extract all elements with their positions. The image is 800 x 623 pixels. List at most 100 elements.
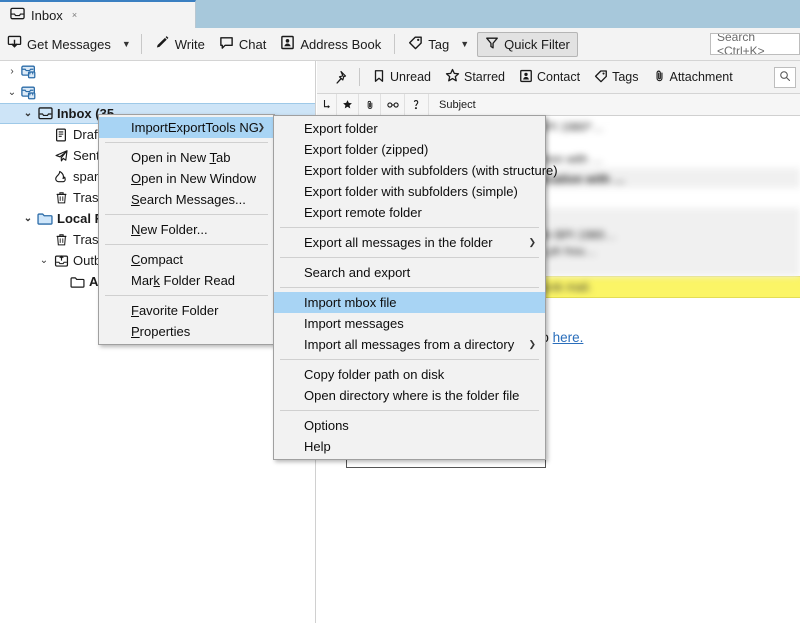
outbox-icon [52, 254, 70, 268]
qf-contact-button[interactable]: Contact [512, 66, 587, 89]
menu-item-properties[interactable]: Properties [99, 321, 274, 342]
menu-item-label: Export folder (zipped) [304, 142, 428, 157]
menu-item-mark-folder-read[interactable]: Mark Folder Read [99, 270, 274, 291]
close-icon[interactable]: × [72, 10, 77, 20]
column-junk[interactable] [405, 94, 429, 116]
menu-item-export-folder-with-subfolders-simple[interactable]: Export folder with subfolders (simple) [274, 181, 545, 202]
message-list-column-headers: Subject [317, 94, 800, 116]
chevron-down-icon[interactable]: ⌄ [20, 213, 36, 224]
menu-item-favorite-folder[interactable]: Favorite Folder [99, 300, 274, 321]
chevron-down-icon-2[interactable]: ▼ [456, 39, 473, 49]
chevron-down-icon[interactable]: ⌄ [4, 87, 20, 98]
qf-attachment-button[interactable]: Attachment [646, 66, 740, 89]
chevron-down-icon[interactable]: ▼ [118, 39, 135, 49]
tag-icon-2 [594, 69, 608, 86]
global-search-placeholder: Search <Ctrl+K> [717, 33, 799, 55]
inbox-icon [10, 6, 25, 24]
column-starred[interactable] [337, 94, 359, 116]
write-button[interactable]: Write [148, 32, 212, 57]
menu-item-label: Export all messages in the folder [304, 235, 493, 250]
toolbar-divider-2 [394, 34, 395, 54]
menu-item-import-mbox-file[interactable]: Import mbox file [274, 292, 545, 313]
menu-item-label: Compact [131, 252, 183, 267]
menu-item-copy-folder-path-on-disk[interactable]: Copy folder path on disk [274, 364, 545, 385]
menu-item-label: Open in New Window [131, 171, 256, 186]
pin-icon[interactable] [325, 67, 354, 88]
menu-item-label: Properties [131, 324, 190, 339]
folder-context-menu: ImportExportTools NG❯ Open in New Tab Open… [98, 114, 275, 345]
chevron-right-icon: ❯ [528, 339, 536, 350]
menu-item-options[interactable]: Options [274, 415, 545, 436]
menu-item-label: Search and export [304, 265, 410, 280]
column-unread[interactable] [381, 94, 405, 116]
menu-item-search-and-export[interactable]: Search and export [274, 262, 545, 283]
chevron-down-icon[interactable]: ⌄ [20, 108, 36, 119]
qf-starred-button[interactable]: Starred [438, 65, 512, 89]
qf-unread-button[interactable]: Unread [365, 66, 438, 89]
column-thread[interactable] [317, 94, 337, 116]
chat-button[interactable]: Chat [212, 32, 273, 57]
menu-item-label: ImportExportTools NG [131, 120, 259, 135]
column-subject[interactable]: Subject [429, 94, 800, 116]
menu-item-label: New Folder... [131, 222, 208, 237]
menu-item-open-directory-where-is-the-folder-file[interactable]: Open directory where is the folder file [274, 385, 545, 406]
menu-item-import-all-messages-from-a-directory[interactable]: Import all messages from a directory❯ [274, 334, 545, 355]
menu-item-open-in-new-tab[interactable]: Open in New Tab [99, 147, 274, 168]
folder-icon [68, 276, 86, 288]
account-mail-icon [20, 65, 38, 79]
address-book-label: Address Book [300, 37, 381, 52]
menu-item-label: Search Messages... [131, 192, 246, 207]
chevron-right-icon: ❯ [528, 237, 536, 248]
column-attachment[interactable] [359, 94, 381, 116]
menu-item-open-in-new-window[interactable]: Open in New Window [99, 168, 274, 189]
view-as-web-page-link[interactable]: here. [553, 330, 584, 345]
menu-item-label: Open directory where is the folder file [304, 388, 519, 403]
qf-tags-label: Tags [612, 70, 638, 84]
chevron-down-icon[interactable]: ⌄ [36, 255, 52, 266]
write-label: Write [175, 37, 205, 52]
menu-item-export-all-messages-in-the-folder[interactable]: Export all messages in the folder ❯ [274, 232, 545, 253]
tab-inbox[interactable]: Inbox × [0, 0, 196, 28]
magnifier-icon [779, 70, 791, 85]
get-messages-button[interactable]: Get Messages [0, 32, 118, 57]
tag-button[interactable]: Tag [401, 32, 456, 57]
thunderbird-window: Inbox × Get Messages ▼ Write Chat [0, 0, 800, 623]
menu-item-export-folder[interactable]: Export folder [274, 118, 545, 139]
menu-item-compact[interactable]: Compact [99, 249, 274, 270]
quick-filter-label: Quick Filter [504, 37, 570, 52]
qf-search-input[interactable] [774, 67, 796, 88]
menu-separator [280, 227, 539, 228]
qf-unread-label: Unread [390, 70, 431, 84]
bookmark-icon [372, 69, 386, 86]
menu-item-label: Favorite Folder [131, 303, 218, 318]
menu-item-export-folder-zipped[interactable]: Export folder (zipped) [274, 139, 545, 160]
folder-row-account[interactable]: › [0, 61, 315, 82]
menu-item-export-folder-with-subfolders-with-structure[interactable]: Export folder with subfolders (with stru… [274, 160, 545, 181]
menu-item-search-messages[interactable]: Search Messages... [99, 189, 274, 210]
menu-item-label: Export folder [304, 121, 378, 136]
chevron-right-icon: ❯ [257, 122, 265, 133]
drafts-icon [52, 128, 70, 142]
folder-row-account[interactable]: ⌄ [0, 82, 315, 103]
get-messages-icon [7, 35, 22, 53]
menu-item-importexporttools-ng[interactable]: ImportExportTools NG❯ [99, 117, 274, 138]
menu-item-label: Copy folder path on disk [304, 367, 444, 382]
menu-item-label: Options [304, 418, 349, 433]
chevron-right-icon[interactable]: › [4, 66, 20, 77]
global-search-input[interactable]: Search <Ctrl+K> [710, 33, 800, 55]
chat-label: Chat [239, 37, 266, 52]
menu-item-export-remote-folder[interactable]: Export remote folder [274, 202, 545, 223]
qf-attachment-label: Attachment [670, 70, 733, 84]
qf-tags-button[interactable]: Tags [587, 66, 645, 89]
address-book-button[interactable]: Address Book [273, 32, 388, 57]
chat-bubble-icon [219, 35, 234, 53]
menu-item-label: Mark Folder Read [131, 273, 235, 288]
menu-item-import-messages[interactable]: Import messages [274, 313, 545, 334]
quick-filter-bar: Unread Starred Contact Tags Attachment [317, 61, 800, 94]
quick-filter-button[interactable]: Quick Filter [477, 32, 578, 57]
menu-item-new-folder[interactable]: New Folder... [99, 219, 274, 240]
menu-separator [105, 295, 268, 296]
menu-item-label: Help [304, 439, 331, 454]
pencil-icon [155, 35, 170, 53]
menu-item-help[interactable]: Help [274, 436, 545, 457]
